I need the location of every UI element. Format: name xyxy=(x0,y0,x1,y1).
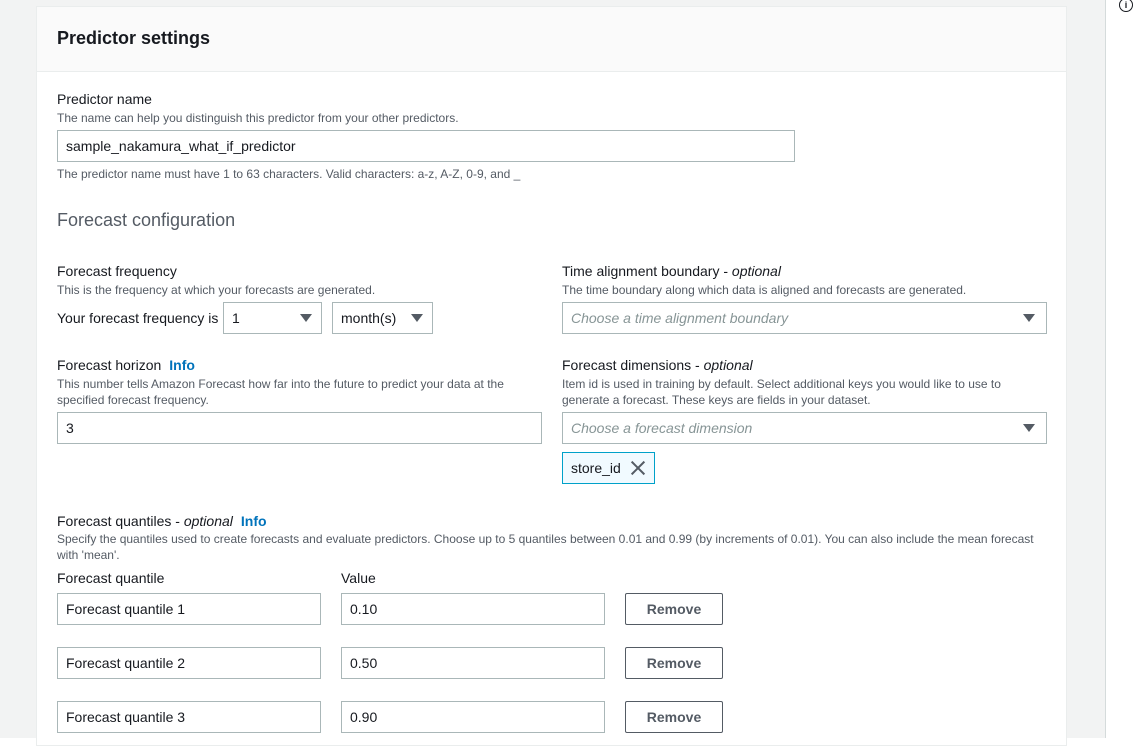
forecast-horizon-description: This number tells Amazon Forecast how fa… xyxy=(57,377,504,407)
caret-down-icon xyxy=(411,314,423,322)
caret-down-icon xyxy=(1023,424,1035,432)
panel-header: Predictor settings xyxy=(37,7,1066,72)
help-side-panel xyxy=(1105,0,1147,738)
forecast-frequency-description: This is the frequency at which your fore… xyxy=(57,283,376,297)
frequency-number-value: 1 xyxy=(232,310,240,326)
predictor-name-constraint: The predictor name must have 1 to 63 cha… xyxy=(57,167,521,181)
forecast-quantile-column-header: Forecast quantile xyxy=(57,570,165,586)
value-column-header: Value xyxy=(341,570,376,586)
remove-quantile-button[interactable]: Remove xyxy=(625,593,723,625)
predictor-name-description: The name can help you distinguish this p… xyxy=(57,111,459,125)
forecast-dimensions-description: Item id is used in training by default. … xyxy=(562,377,1001,407)
time-alignment-placeholder: Choose a time alignment boundary xyxy=(571,310,789,326)
quantile-name-input[interactable]: Forecast quantile 3 xyxy=(57,701,321,733)
frequency-number-select[interactable]: 1 xyxy=(223,302,322,334)
quantile-name-input[interactable]: Forecast quantile 1 xyxy=(57,593,321,625)
panel-title: Predictor settings xyxy=(57,28,211,48)
frequency-unit-select[interactable]: month(s) xyxy=(332,302,433,334)
quantile-name-input[interactable]: Forecast quantile 2 xyxy=(57,647,321,679)
forecast-frequency-prefix: Your forecast frequency is xyxy=(57,310,219,326)
forecast-dimension-placeholder: Choose a forecast dimension xyxy=(571,420,753,436)
quantile-value-input[interactable]: 0.50 xyxy=(341,647,605,679)
forecast-quantiles-description: Specify the quantiles used to create for… xyxy=(57,532,1034,562)
time-alignment-description: The time boundary along which data is al… xyxy=(562,283,967,297)
dimension-token: store_id xyxy=(562,452,655,484)
remove-quantile-button[interactable]: Remove xyxy=(625,701,723,733)
forecast-quantiles-label: Forecast quantiles - optional Info xyxy=(57,513,267,529)
time-alignment-select[interactable]: Choose a time alignment boundary xyxy=(562,302,1047,334)
forecast-dimensions-label: Forecast dimensions - optional xyxy=(562,357,753,373)
quantile-value-input[interactable]: 0.90 xyxy=(341,701,605,733)
caret-down-icon xyxy=(1023,314,1035,322)
remove-quantile-button[interactable]: Remove xyxy=(625,647,723,679)
forecast-horizon-input[interactable]: 3 xyxy=(57,412,542,444)
predictor-name-input[interactable]: sample_nakamura_what_if_predictor xyxy=(57,130,795,162)
forecast-horizon-label: Forecast horizon Info xyxy=(57,357,195,373)
forecast-horizon-info-link[interactable]: Info xyxy=(169,357,195,373)
forecast-dimension-select[interactable]: Choose a forecast dimension xyxy=(562,412,1047,444)
frequency-unit-value: month(s) xyxy=(341,310,397,326)
forecast-quantiles-info-link[interactable]: Info xyxy=(241,513,267,529)
predictor-name-label: Predictor name xyxy=(57,91,152,107)
dimension-token-label: store_id xyxy=(571,460,621,476)
forecast-frequency-label: Forecast frequency xyxy=(57,263,177,279)
forecast-configuration-title: Forecast configuration xyxy=(57,210,236,230)
close-icon[interactable] xyxy=(630,460,646,476)
time-alignment-label: Time alignment boundary - optional xyxy=(562,263,781,279)
caret-down-icon xyxy=(300,314,312,322)
quantile-value-input[interactable]: 0.10 xyxy=(341,593,605,625)
